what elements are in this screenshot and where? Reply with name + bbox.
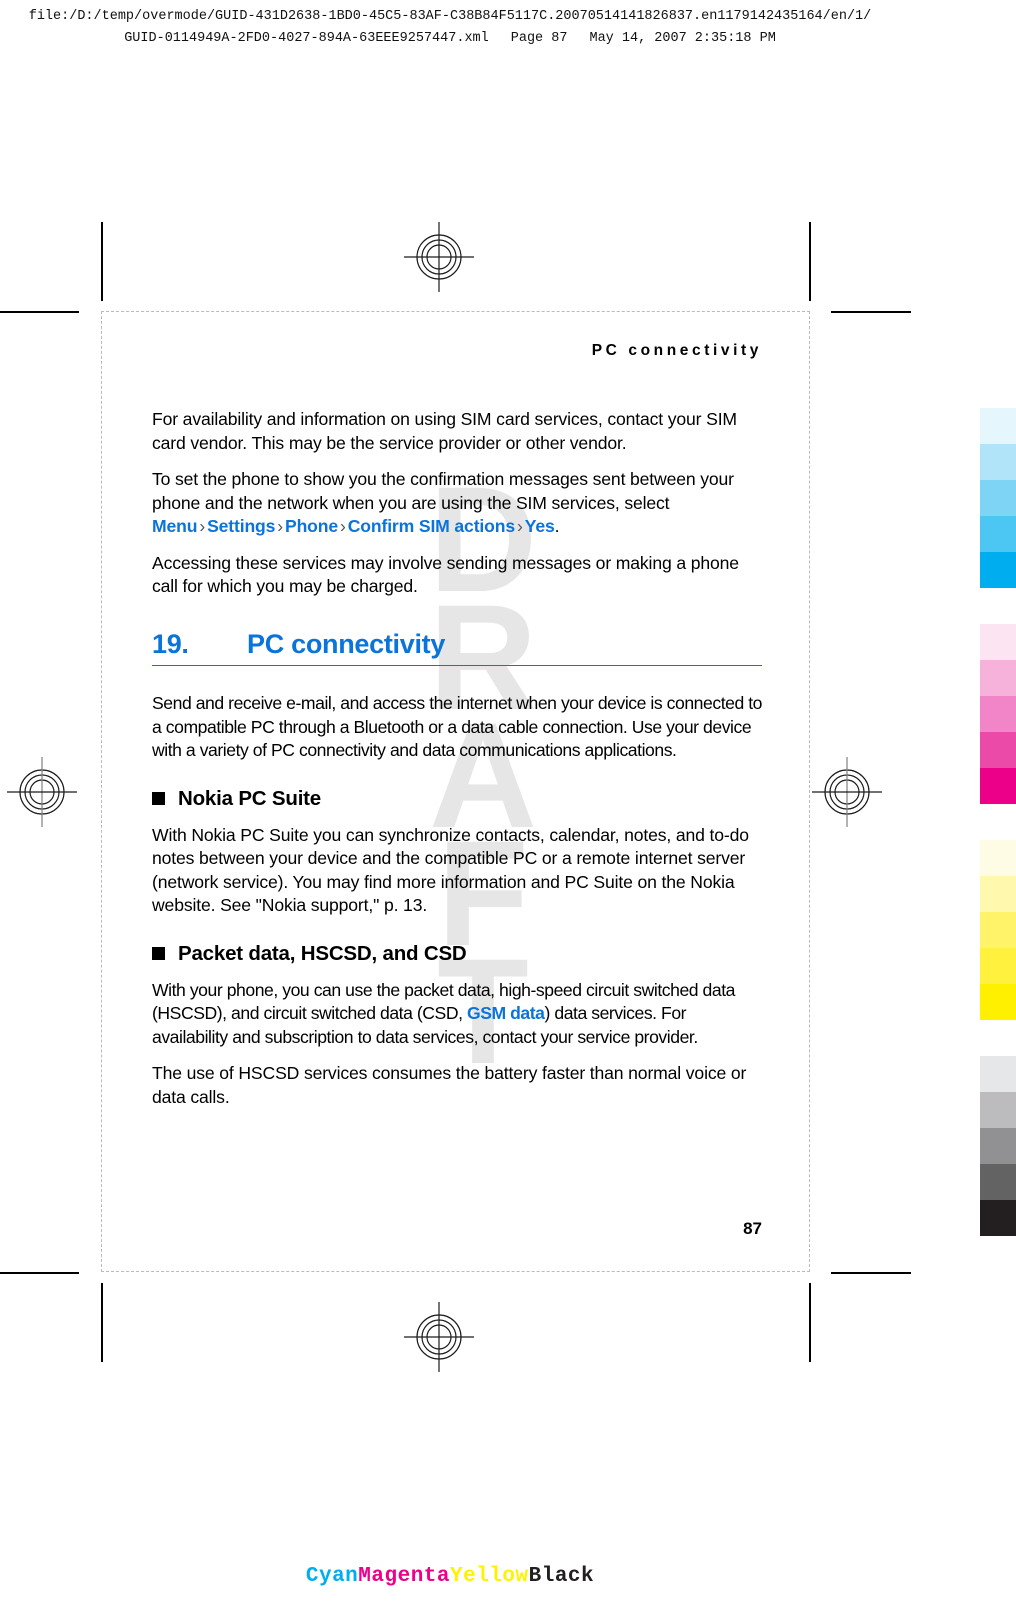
section-heading-packet-data-label: Packet data, HSCSD, and CSD xyxy=(178,941,467,965)
color-swatch xyxy=(980,444,1016,480)
chapter-heading: 19. PC connectivity xyxy=(152,629,762,660)
section-heading-nokia-pc-suite-label: Nokia PC Suite xyxy=(178,786,322,810)
cmyk-label-cyan: Cyan xyxy=(305,1565,359,1588)
registration-mark-top xyxy=(402,220,476,294)
paragraph-pc-connectivity-intro: Send and receive e-mail, and access the … xyxy=(152,693,763,761)
color-swatch xyxy=(980,552,1016,588)
link-confirm-sim-actions[interactable]: Confirm SIM actions xyxy=(348,516,515,536)
print-header-path: file:/D:/temp/overmode/GUID-431D2638-1BD… xyxy=(28,9,872,24)
color-swatch xyxy=(980,840,1016,876)
registration-mark-right xyxy=(810,755,884,829)
paragraph-sim-availability: For availability and information on usin… xyxy=(152,409,737,453)
color-calibration-strip xyxy=(980,0,1016,1615)
registration-mark-bottom xyxy=(402,1300,476,1374)
crop-mark-top-left-horizontal xyxy=(0,311,79,313)
color-swatch xyxy=(980,1200,1016,1236)
section-heading-packet-data: Packet data, HSCSD, and CSD xyxy=(152,942,762,966)
paragraph-confirm-sim-actions-text: To set the phone to show you the confirm… xyxy=(152,469,734,513)
print-header: file:/D:/temp/overmode/GUID-431D2638-1BD… xyxy=(0,6,900,50)
link-phone[interactable]: Phone xyxy=(285,516,338,536)
link-menu[interactable]: Menu xyxy=(152,516,197,536)
cmyk-footer: CyanMagentaYellowBlack xyxy=(0,1565,900,1588)
link-settings[interactable]: Settings xyxy=(207,516,275,536)
crop-mark-bottom-right-vertical xyxy=(809,1283,811,1362)
print-header-page: Page 87 xyxy=(510,31,568,46)
link-yes[interactable]: Yes xyxy=(525,516,555,536)
chapter-title: PC connectivity xyxy=(247,628,446,659)
chevron-separator-3: › xyxy=(340,516,346,536)
print-header-line2: GUID-0114949A-2FD0-4027-894A-63EEE925744… xyxy=(0,28,900,50)
square-bullet-icon xyxy=(152,792,165,806)
color-swatch xyxy=(980,732,1016,768)
link-gsm-data[interactable]: GSM data xyxy=(467,1003,545,1023)
cmyk-label-yellow: Yellow xyxy=(450,1565,529,1588)
running-head: PC connectivity xyxy=(591,342,762,359)
color-swatch xyxy=(980,624,1016,660)
crop-mark-top-right-horizontal xyxy=(831,311,911,313)
color-swatch xyxy=(980,1128,1016,1164)
square-bullet-icon xyxy=(152,947,165,961)
color-swatch xyxy=(980,1164,1016,1200)
paragraph-hscsd-battery: The use of HSCSD services consumes the b… xyxy=(152,1063,747,1107)
crop-mark-top-right-vertical xyxy=(809,222,811,301)
chapter-rule xyxy=(152,664,762,667)
color-swatch xyxy=(980,516,1016,552)
cmyk-label-black: Black xyxy=(528,1565,595,1588)
color-swatch xyxy=(980,768,1016,804)
print-header-timestamp: May 14, 2007 2:35:18 PM xyxy=(589,31,776,46)
chapter-number: 19. xyxy=(152,628,189,659)
color-swatch xyxy=(980,696,1016,732)
color-swatch xyxy=(980,1092,1016,1128)
color-swatch xyxy=(980,984,1016,1020)
color-swatch xyxy=(980,948,1016,984)
chevron-separator-1: › xyxy=(199,516,206,536)
print-header-filename: GUID-0114949A-2FD0-4027-894A-63EEE925744… xyxy=(124,31,489,46)
chevron-separator-2: › xyxy=(277,516,283,536)
crop-mark-top-left-vertical xyxy=(101,222,103,301)
paragraph-charges-notice: Accessing these services may involve sen… xyxy=(152,552,739,597)
color-swatch xyxy=(980,480,1016,516)
color-swatch xyxy=(980,876,1016,912)
page-number: 87 xyxy=(743,1219,762,1238)
paragraph-packet-data: With your phone, you can use the packet … xyxy=(152,979,762,1050)
color-swatch xyxy=(980,408,1016,444)
section-heading-nokia-pc-suite: Nokia PC Suite xyxy=(152,787,762,811)
cmyk-label-magenta: Magenta xyxy=(358,1565,450,1588)
chevron-separator-4: › xyxy=(516,516,523,536)
paragraph-confirm-sim-actions-period: . xyxy=(554,516,560,536)
registration-mark-left xyxy=(5,755,79,829)
color-swatch xyxy=(980,1056,1016,1092)
crop-mark-bottom-right-horizontal xyxy=(831,1272,911,1274)
color-swatch xyxy=(980,912,1016,948)
color-swatch xyxy=(980,660,1016,696)
paragraph-nokia-pc-suite: With Nokia PC Suite you can synchronize … xyxy=(152,824,749,916)
crop-mark-bottom-left-vertical xyxy=(101,1283,103,1362)
crop-mark-bottom-left-horizontal xyxy=(0,1272,79,1274)
paragraph-confirm-sim-actions: To set the phone to show you the confirm… xyxy=(152,468,762,539)
page-content: PC connectivity For availability and inf… xyxy=(152,330,762,1122)
